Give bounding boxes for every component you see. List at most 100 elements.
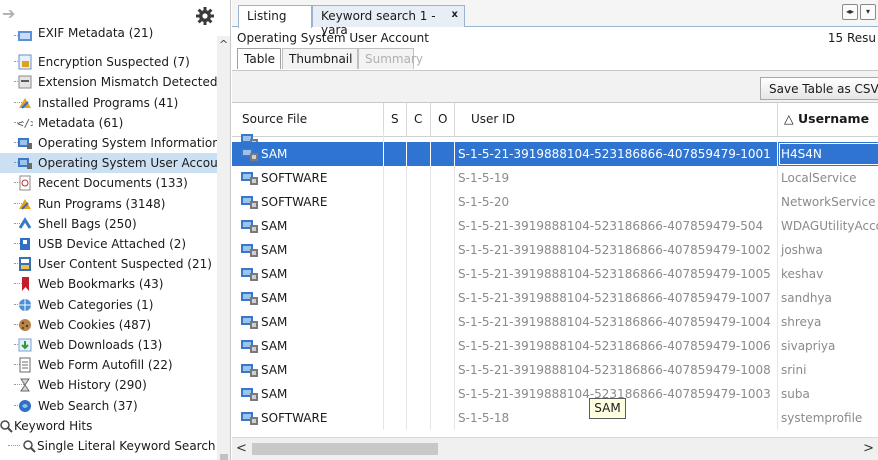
tree-item[interactable]: Web History (290) bbox=[0, 375, 217, 395]
cell-s[interactable] bbox=[384, 358, 407, 382]
cell-user-id[interactable]: S-1-5-21-3919888104-523186866-407859479-… bbox=[455, 142, 778, 166]
cell-c[interactable] bbox=[407, 382, 431, 406]
tab-listing[interactable]: Listing bbox=[238, 5, 312, 28]
cell-c[interactable] bbox=[407, 406, 431, 430]
table-row[interactable]: SAM S-1-5-21-3919888104-523186866-4078594… bbox=[232, 382, 878, 406]
tree-item[interactable]: EXIF Metadata (21) bbox=[0, 26, 217, 43]
cell-username[interactable]: shreya bbox=[778, 310, 878, 334]
cell-user-id[interactable]: S-1-5-21-3919888104-523186866-407859479-… bbox=[455, 358, 778, 382]
cell-username[interactable]: H4S4N bbox=[778, 142, 878, 166]
cell-s[interactable] bbox=[384, 166, 407, 190]
cell-o[interactable] bbox=[431, 142, 455, 166]
tree-item[interactable]: Run Programs (3148) bbox=[0, 194, 217, 214]
scroll-left-icon[interactable]: < bbox=[236, 441, 247, 456]
table-row[interactable]: SOFTWARE S-1-5-18 systemprofile bbox=[232, 406, 878, 430]
cell-user-id[interactable]: S-1-5-20 bbox=[455, 190, 778, 214]
cell-source-file[interactable]: SAM bbox=[232, 310, 384, 334]
cell-source-file[interactable]: SOFTWARE bbox=[232, 190, 384, 214]
tree-item[interactable]: Single Literal Keyword Search (3 bbox=[0, 436, 217, 456]
cell-source-file[interactable]: SAM bbox=[232, 334, 384, 358]
save-table-csv-button[interactable]: Save Table as CSV bbox=[760, 77, 878, 100]
cell-username[interactable]: systemprofile bbox=[778, 406, 878, 430]
tree-item[interactable]: USB Device Attached (2) bbox=[0, 234, 217, 254]
cell-o[interactable] bbox=[431, 262, 455, 286]
tree-item[interactable]: User Content Suspected (21) bbox=[0, 254, 217, 274]
cell-c[interactable] bbox=[407, 142, 431, 166]
table-row[interactable]: SOFTWARE S-1-5-19 LocalService bbox=[232, 166, 878, 190]
cell-username[interactable]: WDAGUtilityAccou bbox=[778, 214, 878, 238]
table-row[interactable]: SAM S-1-5-21-3919888104-523186866-4078594… bbox=[232, 334, 878, 358]
cell-c[interactable] bbox=[407, 286, 431, 310]
tab-dropdown-icon[interactable]: ▾ bbox=[860, 4, 876, 20]
cell-c[interactable] bbox=[407, 214, 431, 238]
table-row[interactable]: SAM S-1-5-21-3919888104-523186866-4078594… bbox=[232, 142, 878, 166]
cell-o[interactable] bbox=[431, 190, 455, 214]
tree-item[interactable]: Operating System Information (2 bbox=[0, 133, 217, 153]
cell-user-id[interactable]: S-1-5-21-3919888104-523186866-407859479-… bbox=[455, 214, 778, 238]
tree-scroll-thumb[interactable] bbox=[220, 454, 228, 460]
tree-item[interactable]: Operating System User Account bbox=[0, 153, 217, 173]
cell-user-id[interactable]: S-1-5-21-3919888104-523186866-407859479-… bbox=[455, 262, 778, 286]
cell-o[interactable] bbox=[431, 238, 455, 262]
cell-c[interactable] bbox=[407, 310, 431, 334]
cell-s[interactable] bbox=[384, 214, 407, 238]
cell-s[interactable] bbox=[384, 190, 407, 214]
tree-item[interactable]: Extension Mismatch Detected (4 bbox=[0, 72, 217, 92]
tree-item[interactable]: Encryption Suspected (7) bbox=[0, 52, 217, 72]
cell-o[interactable] bbox=[431, 166, 455, 190]
cell-o[interactable] bbox=[431, 214, 455, 238]
tab-thumbnail[interactable]: Thumbnail bbox=[282, 48, 358, 69]
cell-username[interactable]: srini bbox=[778, 358, 878, 382]
cell-s[interactable] bbox=[384, 406, 407, 430]
cell-c[interactable] bbox=[407, 238, 431, 262]
cell-source-file[interactable]: SAM bbox=[232, 238, 384, 262]
tree-item[interactable]: Web Cookies (487) bbox=[0, 315, 217, 335]
cell-c[interactable] bbox=[407, 190, 431, 214]
table-row[interactable]: SAM S-1-5-21-3919888104-523186866-4078594… bbox=[232, 358, 878, 382]
scroll-up-icon[interactable]: ^ bbox=[219, 38, 228, 51]
cell-s[interactable] bbox=[384, 142, 407, 166]
horizontal-scrollbar[interactable]: < > bbox=[232, 437, 878, 460]
tree-item[interactable]: Web Search (37) bbox=[0, 396, 217, 416]
tab-table[interactable]: Table bbox=[237, 48, 281, 69]
cell-user-id[interactable]: S-1-5-21-3919888104-523186866-407859479-… bbox=[455, 334, 778, 358]
tree-item[interactable]: Installed Programs (41) bbox=[0, 93, 217, 113]
cell-source-file[interactable]: SAM bbox=[232, 286, 384, 310]
cell-source-file[interactable]: SAM bbox=[232, 358, 384, 382]
table-row[interactable]: SAM S-1-5-21-3919888104-523186866-4078594… bbox=[232, 262, 878, 286]
scroll-right-icon[interactable]: > bbox=[863, 441, 874, 456]
tree-item[interactable]: Web Bookmarks (43) bbox=[0, 274, 217, 294]
table-row[interactable]: SAM S-1-5-21-3919888104-523186866-4078594… bbox=[232, 238, 878, 262]
close-tab-icon[interactable]: x bbox=[452, 9, 458, 20]
tree-item[interactable]: Keyword Hits bbox=[0, 416, 217, 436]
cell-s[interactable] bbox=[384, 334, 407, 358]
horizontal-scroll-thumb[interactable] bbox=[252, 443, 438, 455]
cell-s[interactable] bbox=[384, 310, 407, 334]
cell-username[interactable]: NetworkService bbox=[778, 190, 878, 214]
cell-username[interactable]: joshwa bbox=[778, 238, 878, 262]
cell-s[interactable] bbox=[384, 262, 407, 286]
tree-scrollbar[interactable]: ^ bbox=[217, 36, 230, 460]
cell-username[interactable]: suba bbox=[778, 382, 878, 406]
cell-o[interactable] bbox=[431, 382, 455, 406]
cell-user-id[interactable]: S-1-5-19 bbox=[455, 166, 778, 190]
table-row[interactable]: SOFTWARE S-1-5-20 NetworkService bbox=[232, 190, 878, 214]
cell-user-id[interactable]: S-1-5-21-3919888104-523186866-407859479-… bbox=[455, 286, 778, 310]
table-row[interactable]: SAM S-1-5-21-3919888104-523186866-4078594… bbox=[232, 286, 878, 310]
cell-user-id[interactable]: S-1-5-21-3919888104-523186866-407859479-… bbox=[455, 310, 778, 334]
cell-c[interactable] bbox=[407, 262, 431, 286]
cell-c[interactable] bbox=[407, 358, 431, 382]
cell-username[interactable]: sandhya bbox=[778, 286, 878, 310]
cell-c[interactable] bbox=[407, 334, 431, 358]
cell-o[interactable] bbox=[431, 310, 455, 334]
tree-item[interactable]: Web Categories (1) bbox=[0, 295, 217, 315]
cell-username[interactable]: keshav bbox=[778, 262, 878, 286]
cell-s[interactable] bbox=[384, 286, 407, 310]
cell-o[interactable] bbox=[431, 358, 455, 382]
cell-user-id[interactable]: S-1-5-21-3919888104-523186866-407859479-… bbox=[455, 238, 778, 262]
cell-o[interactable] bbox=[431, 334, 455, 358]
cell-source-file[interactable]: SAM bbox=[232, 262, 384, 286]
tree-item[interactable]: Shell Bags (250) bbox=[0, 214, 217, 234]
cell-username[interactable]: LocalService bbox=[778, 166, 878, 190]
table-row[interactable]: SAM S-1-5-21-3919888104-523186866-4078594… bbox=[232, 214, 878, 238]
